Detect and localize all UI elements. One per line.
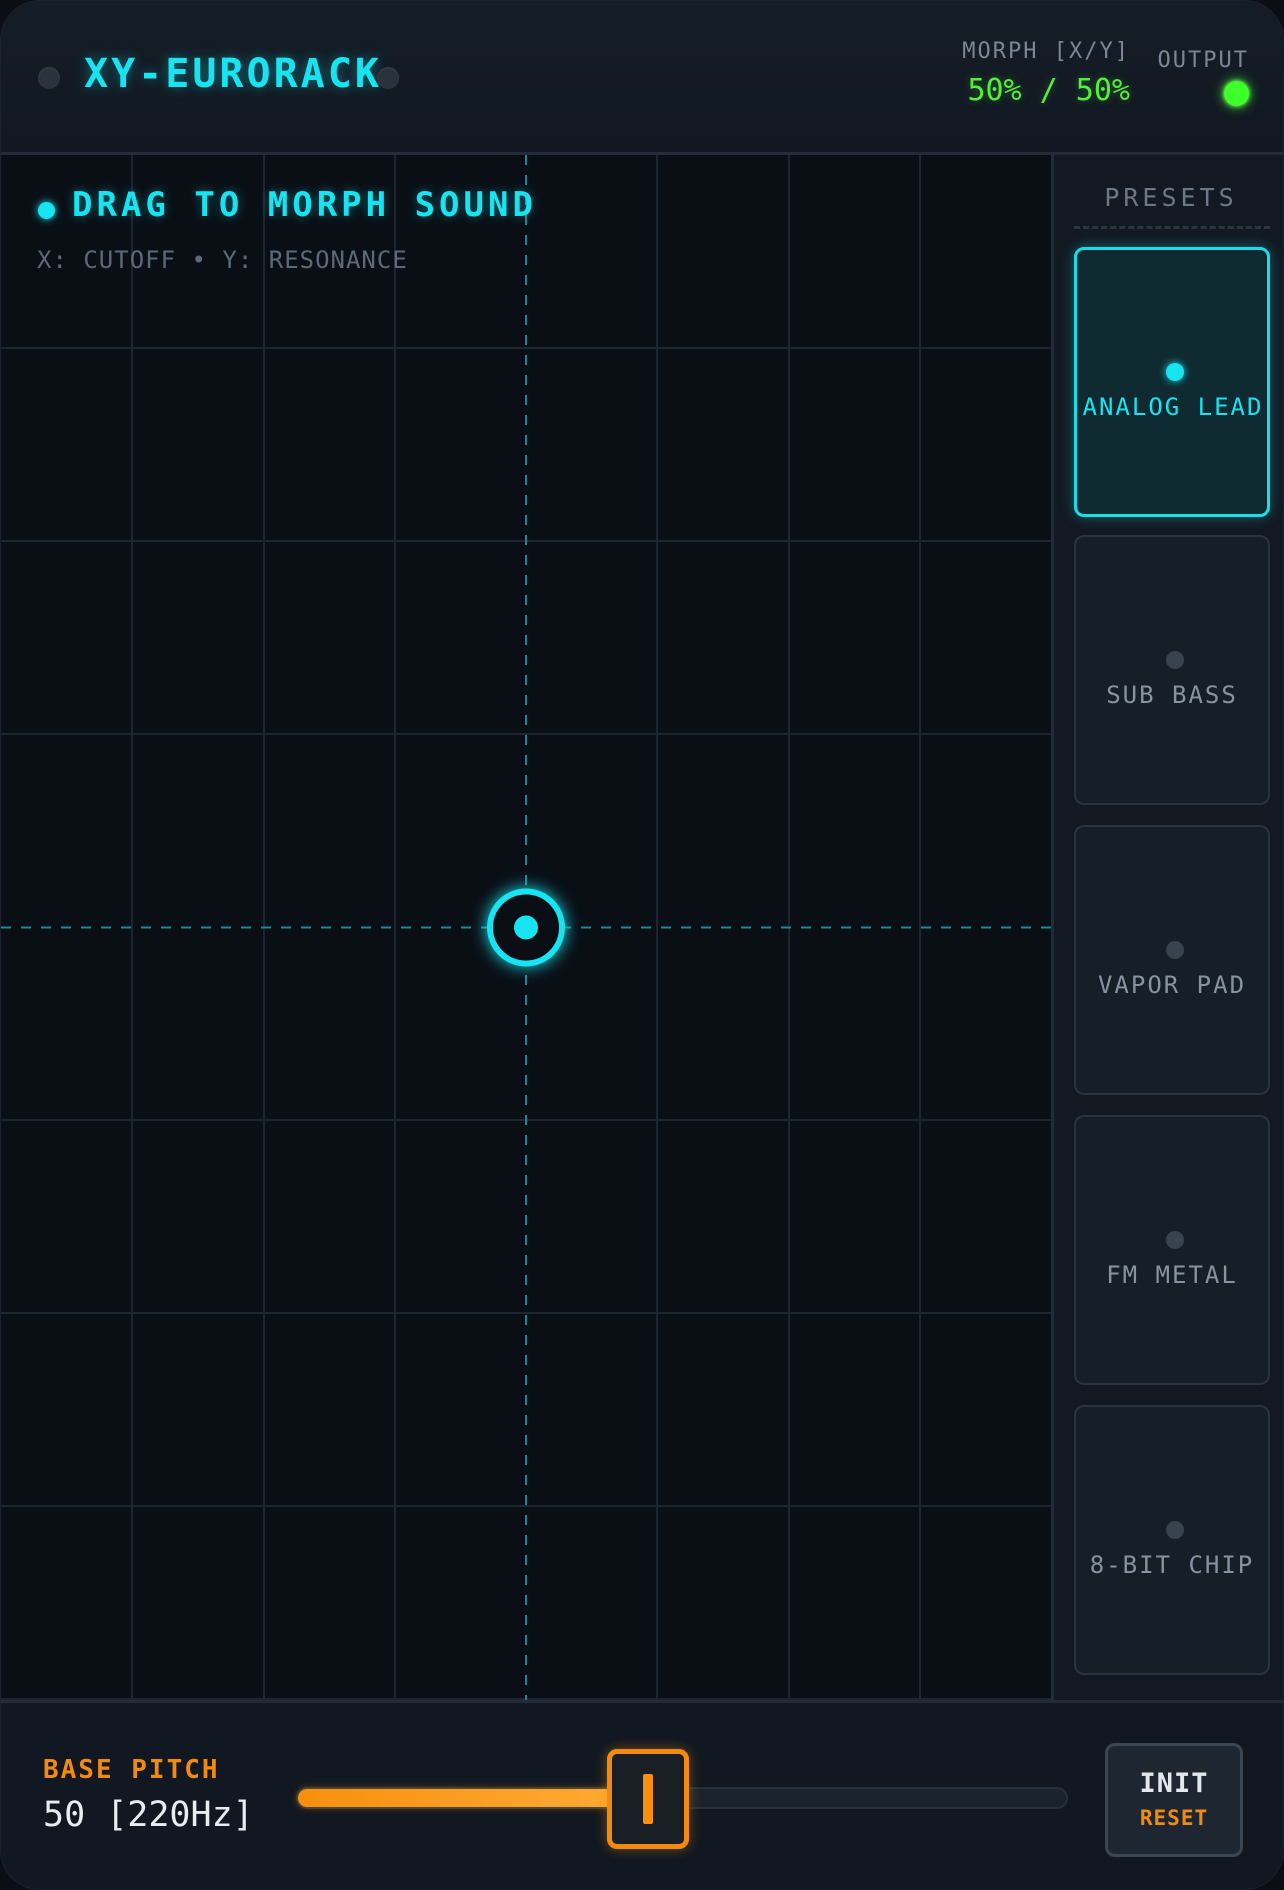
output-label: OUTPUT [1157,48,1249,73]
preset-label: SUB BASS [1106,681,1238,709]
screw-left-icon [38,67,60,89]
preset-label: ANALOG LEAD [1082,393,1264,421]
xy-puck[interactable] [487,888,565,967]
presets-divider [1074,226,1270,229]
output-led-icon [1224,81,1249,106]
preset-indicator-icon [1166,1231,1184,1249]
presets-panel: PRESETS ANALOG LEAD SUB BASS VAPOR PAD F… [1051,155,1283,1700]
base-pitch-value: 50 [220Hz] [43,1795,254,1835]
xy-pad-grid [1,155,1051,1700]
reset-button-label: INIT [1139,1768,1209,1799]
presets-title: PRESETS [1104,183,1238,212]
preset-label: FM METAL [1106,1261,1238,1289]
preset-indicator-icon [1166,1521,1184,1539]
preset-vapor-pad[interactable]: VAPOR PAD [1074,825,1270,1095]
preset-label: 8-BIT CHIP [1089,1551,1255,1579]
pad-axis-hint: X: CUTOFF • Y: RESONANCE [37,246,408,274]
synth-device: XY-EURORACK MORPH [X/Y] 50% / 50% OUTPUT… [0,0,1284,1890]
footer-bar: BASE PITCH 50 [220Hz] INIT RESET [1,1700,1283,1889]
preset-sub-bass[interactable]: SUB BASS [1074,535,1270,805]
reset-button-sublabel: RESET [1139,1806,1209,1830]
preset-label: VAPOR PAD [1097,971,1247,999]
morph-readout: 50% / 50% [967,73,1130,108]
screw-right-icon [377,67,399,89]
pad-title: DRAG TO MORPH SOUND [72,185,537,225]
preset-indicator-icon [1166,363,1184,381]
base-pitch-slider-thumb[interactable] [606,1749,689,1849]
base-pitch-label: BASE PITCH [43,1755,220,1785]
app-title: XY-EURORACK [84,51,382,97]
pad-title-dot-icon [38,202,55,219]
preset-analog-lead[interactable]: ANALOG LEAD [1074,247,1270,517]
preset-fm-metal[interactable]: FM METAL [1074,1115,1270,1385]
xy-pad[interactable]: DRAG TO MORPH SOUND X: CUTOFF • Y: RESON… [1,155,1051,1700]
slider-grip-icon [642,1774,653,1824]
header-bar: XY-EURORACK MORPH [X/Y] 50% / 50% OUTPUT [1,1,1283,155]
preset-indicator-icon [1166,651,1184,669]
preset-8-bit-chip[interactable]: 8-BIT CHIP [1074,1405,1270,1675]
morph-label: MORPH [X/Y] [962,39,1130,64]
init-reset-button[interactable]: INIT RESET [1105,1743,1243,1857]
preset-indicator-icon [1166,941,1184,959]
